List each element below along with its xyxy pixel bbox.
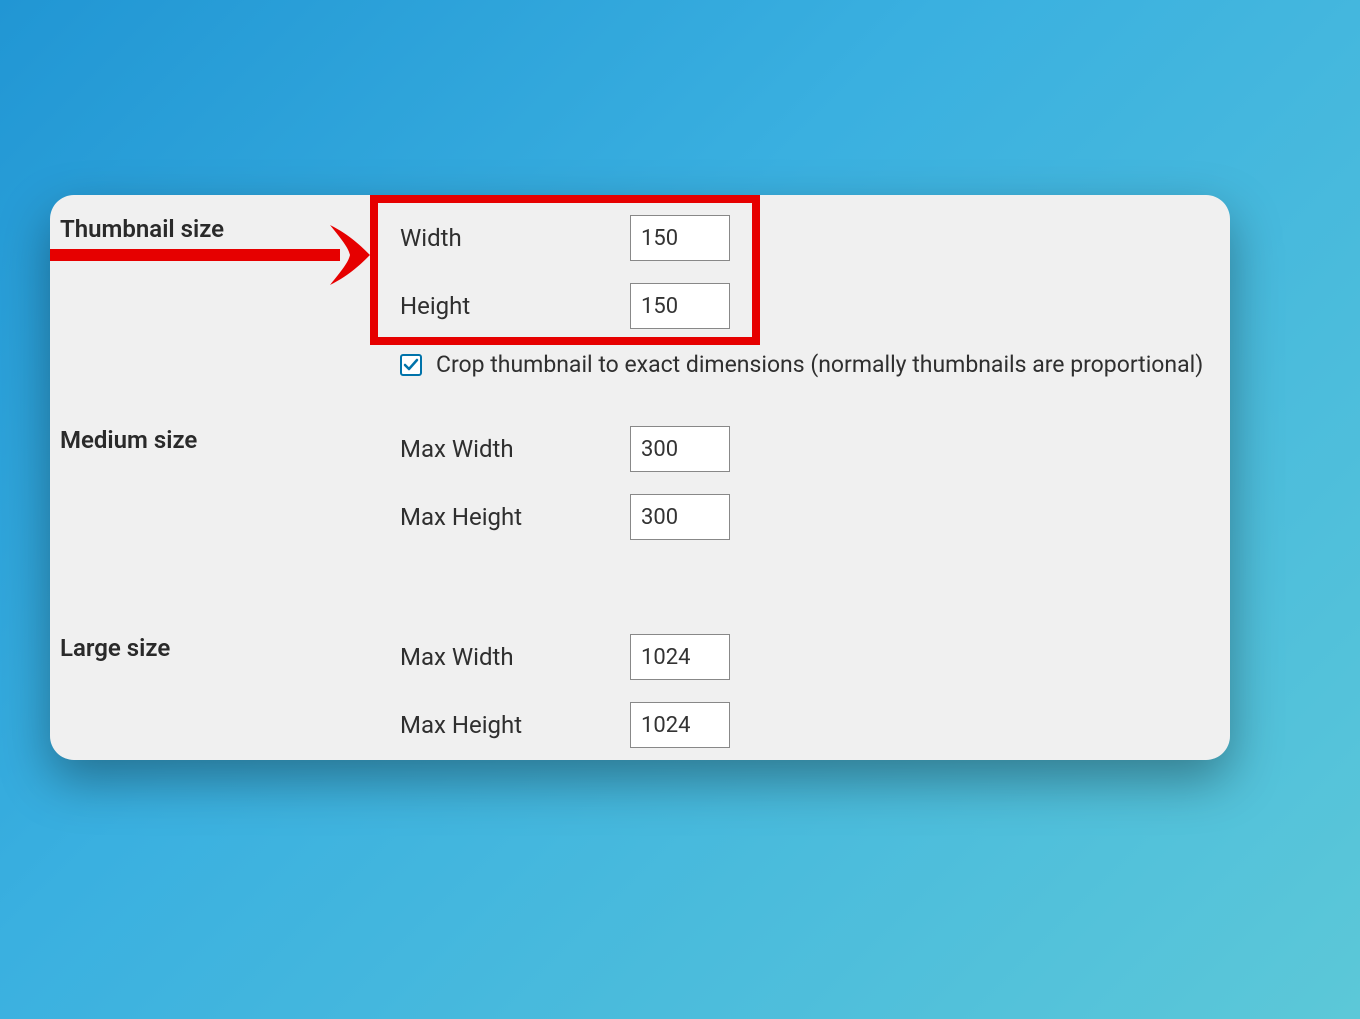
thumbnail-height-row: Height xyxy=(400,283,1230,329)
large-max-width-input[interactable] xyxy=(630,634,730,680)
thumbnail-height-input[interactable] xyxy=(630,283,730,329)
medium-section: Medium size Max Width Max Height xyxy=(50,426,1230,562)
checkmark-icon xyxy=(403,357,419,373)
medium-max-width-label: Max Width xyxy=(400,435,630,463)
large-section-label: Large size xyxy=(60,634,400,662)
thumbnail-section: Thumbnail size Width Height Crop thumbna… xyxy=(50,215,1230,378)
medium-max-height-label: Max Height xyxy=(400,503,630,531)
medium-max-width-input[interactable] xyxy=(630,426,730,472)
settings-panel: Thumbnail size Width Height Crop thumbna… xyxy=(50,195,1230,760)
medium-max-height-row: Max Height xyxy=(400,494,1230,540)
thumbnail-width-label: Width xyxy=(400,224,630,252)
thumbnail-width-input[interactable] xyxy=(630,215,730,261)
large-section: Large size Max Width Max Height xyxy=(50,634,1230,760)
medium-max-width-row: Max Width xyxy=(400,426,1230,472)
large-max-width-label: Max Width xyxy=(400,643,630,671)
medium-max-height-input[interactable] xyxy=(630,494,730,540)
crop-checkbox-row: Crop thumbnail to exact dimensions (norm… xyxy=(400,351,1230,378)
thumbnail-width-row: Width xyxy=(400,215,1230,261)
crop-checkbox-label: Crop thumbnail to exact dimensions (norm… xyxy=(436,351,1203,378)
medium-section-label: Medium size xyxy=(60,426,400,454)
large-max-width-row: Max Width xyxy=(400,634,1230,680)
thumbnail-height-label: Height xyxy=(400,292,630,320)
large-max-height-input[interactable] xyxy=(630,702,730,748)
crop-checkbox[interactable] xyxy=(400,354,422,376)
large-max-height-row: Max Height xyxy=(400,702,1230,748)
large-max-height-label: Max Height xyxy=(400,711,630,739)
thumbnail-section-label: Thumbnail size xyxy=(60,215,400,243)
